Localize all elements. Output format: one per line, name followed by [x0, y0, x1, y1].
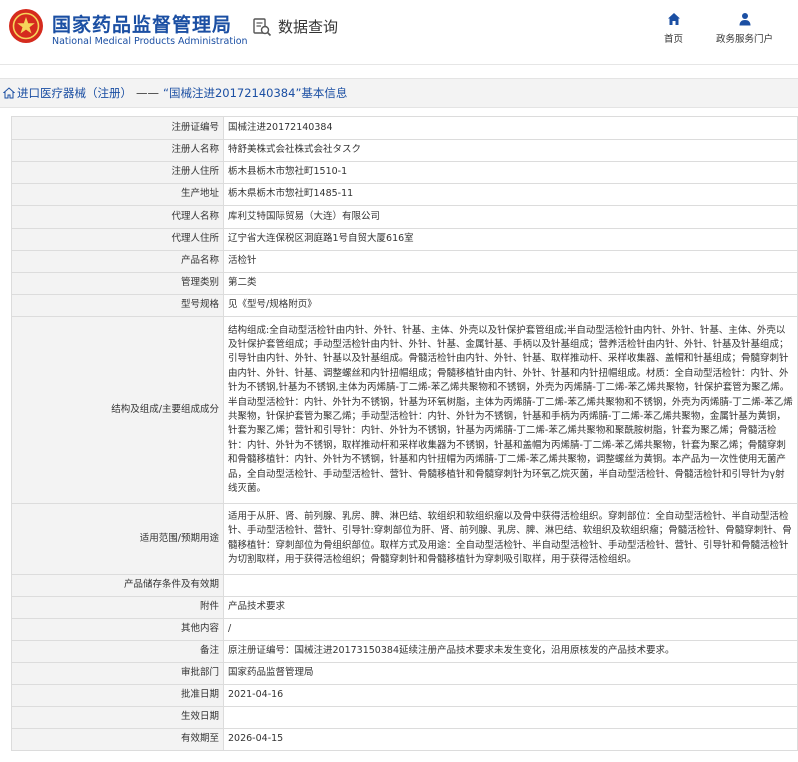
field-label: 备注: [11, 639, 224, 663]
table-row: 产品储存条件及有效期: [11, 573, 798, 597]
table-row: 有效期至 2026-04-15: [11, 727, 798, 751]
table-row: 备注 原注册证编号：国械注进20173150384延续注册产品技术要求未发生变化，…: [11, 639, 798, 663]
nav-home-label: 首页: [664, 34, 684, 45]
breadcrumb-separator: ——: [136, 86, 159, 100]
field-label: 结构及组成/主要组成成分: [11, 316, 224, 504]
data-query-link[interactable]: 数据查询: [252, 16, 338, 37]
field-label: 型号规格: [11, 294, 224, 317]
table-row: 代理人名称 库利艾特国际贸易（大连）有限公司: [11, 205, 798, 229]
table-row: 审批部门 国家药品监督管理局: [11, 661, 798, 685]
table-row: 型号规格 见《型号/规格附页》: [11, 294, 798, 317]
breadcrumb: 进口医疗器械（注册） —— “国械注进20172140384”基本信息: [0, 78, 798, 108]
field-value: 活检针: [223, 250, 798, 273]
field-value: 结构组成:全自动型活检针由内针、外针、针基、主体、外壳以及针保护套管组成;半自动…: [223, 316, 798, 504]
data-query-label: 数据查询: [278, 18, 339, 36]
table-row: 其他内容 /: [11, 617, 798, 641]
breadcrumb-current: “国械注进20172140384”基本信息: [163, 86, 348, 100]
field-label: 附件: [11, 595, 224, 619]
field-value: 库利艾特国际贸易（大连）有限公司: [223, 205, 798, 229]
table-row: 结构及组成/主要组成成分 结构组成:全自动型活检针由内针、外针、针基、主体、外壳以…: [11, 316, 798, 504]
field-value: 栃木县栃木市惣社町1510-1: [223, 161, 798, 184]
field-label: 生效日期: [11, 705, 224, 729]
field-label: 注册人住所: [11, 161, 224, 184]
field-value: [223, 705, 798, 729]
field-value: 产品技术要求: [223, 595, 798, 619]
nav-home[interactable]: 首页: [664, 12, 683, 45]
field-value: [223, 573, 798, 597]
nav-service-portal[interactable]: 政务服务门户: [716, 12, 773, 45]
table-row: 注册证编号 国械注进20172140384: [11, 116, 798, 140]
data-query-icon: [253, 17, 272, 36]
breadcrumb-section-link[interactable]: 进口医疗器械（注册）: [17, 85, 132, 101]
nmpa-logo-icon[interactable]: [8, 8, 44, 44]
field-label: 代理人住所: [11, 228, 224, 251]
org-name-cn: 国家药品监督管理局: [52, 14, 233, 36]
table-row: 适用范围/预期用途 适用于从肝、肾、前列腺、乳房、脾、淋巴结、软组织和软组织瘤以及…: [11, 503, 798, 575]
table-row: 批准日期 2021-04-16: [11, 683, 798, 707]
field-value: /: [223, 617, 798, 641]
table-row: 代理人住所 辽宁省大连保税区洞庭路1号自贸大厦616室: [11, 228, 798, 251]
device-detail-table: 注册证编号 国械注进20172140384 注册人名称 特舒美株式会社株式会社タスク…: [11, 116, 798, 751]
table-row: 生效日期: [11, 705, 798, 729]
table-row: 注册人名称 特舒美株式会社株式会社タスク: [11, 139, 798, 162]
field-label: 产品名称: [11, 250, 224, 273]
field-label: 其他内容: [11, 617, 224, 641]
field-value: 2026-04-15: [223, 727, 798, 751]
field-value: 适用于从肝、肾、前列腺、乳房、脾、淋巴结、软组织和软组织瘤以及骨中获得活检组织。…: [223, 503, 798, 575]
table-row: 附件 产品技术要求: [11, 595, 798, 619]
field-label: 管理类别: [11, 272, 224, 295]
field-label: 代理人名称: [11, 205, 224, 229]
field-value: 辽宁省大连保税区洞庭路1号自贸大厦616室: [223, 228, 798, 251]
field-value: 2021-04-16: [223, 683, 798, 707]
field-value: 第二类: [223, 272, 798, 295]
table-row: 管理类别 第二类: [11, 272, 798, 295]
field-label: 注册证编号: [11, 116, 224, 140]
field-value: 见《型号/规格附页》: [223, 294, 798, 317]
org-name-en: National Medical Products Administration: [52, 36, 248, 47]
breadcrumb-home-icon[interactable]: [3, 87, 15, 99]
field-label: 生产地址: [11, 183, 224, 206]
field-label: 审批部门: [11, 661, 224, 685]
field-label: 适用范围/预期用途: [11, 503, 224, 575]
field-value: 国械注进20172140384: [223, 116, 798, 140]
field-label: 有效期至: [11, 727, 224, 751]
field-value: 特舒美株式会社株式会社タスク: [223, 139, 798, 162]
field-value: 栃木県栃木市惣社町1485-11: [223, 183, 798, 206]
field-value: 国家药品监督管理局: [223, 661, 798, 685]
nav-portal-label: 政务服务门户: [716, 34, 774, 45]
home-icon: [667, 13, 680, 25]
field-value: 原注册证编号：国械注进20173150384延续注册产品技术要求未发生变化，沿用…: [223, 639, 798, 663]
table-row: 生产地址 栃木県栃木市惣社町1485-11: [11, 183, 798, 206]
field-label: 批准日期: [11, 683, 224, 707]
field-label: 注册人名称: [11, 139, 224, 162]
field-label: 产品储存条件及有效期: [11, 573, 224, 597]
table-row: 注册人住所 栃木县栃木市惣社町1510-1: [11, 161, 798, 184]
site-header: 国家药品监督管理局 National Medical Products Admi…: [0, 0, 798, 65]
table-row: 产品名称 活检针: [11, 250, 798, 273]
user-icon: [739, 13, 750, 26]
